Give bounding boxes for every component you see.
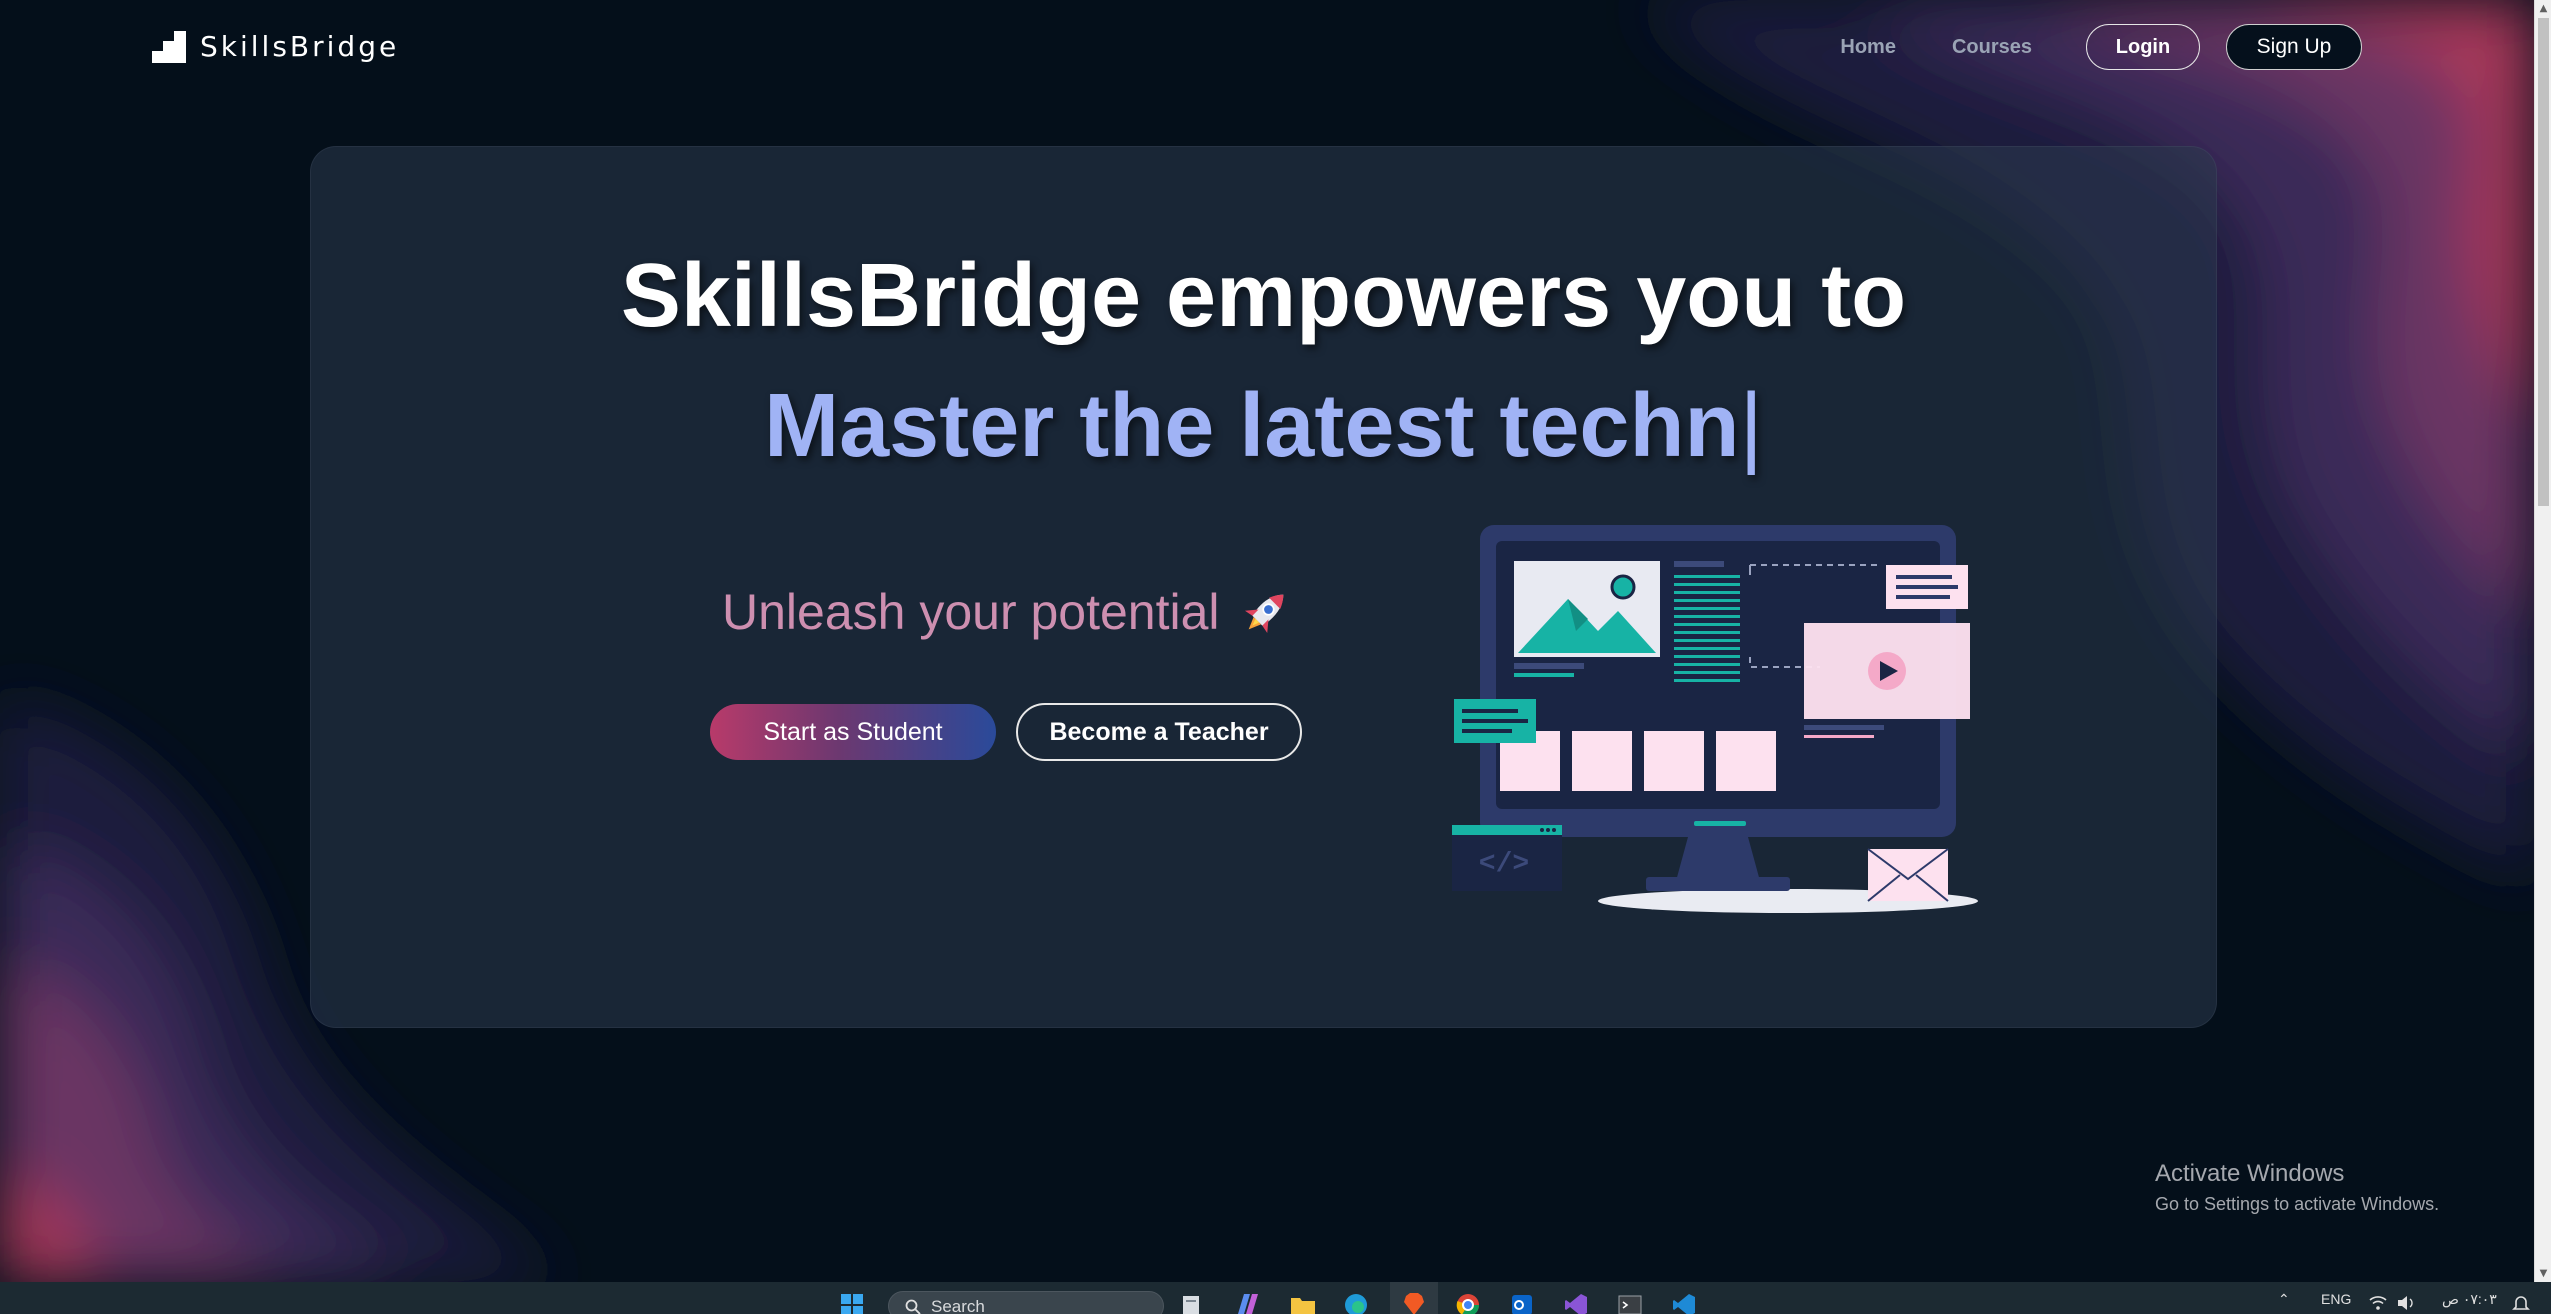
file-icon[interactable]: [1180, 1294, 1202, 1314]
nav-home-link[interactable]: Home: [1840, 36, 1896, 59]
brand-name: SkillsBridge: [200, 30, 400, 63]
edge-icon[interactable]: [1344, 1293, 1368, 1314]
stairs-logo-icon: [152, 30, 186, 63]
become-a-teacher-button[interactable]: Become a Teacher: [1016, 703, 1302, 761]
notification-bell-icon[interactable]: [2512, 1294, 2530, 1312]
scroll-up-arrow-icon[interactable]: ▲: [2535, 0, 2551, 17]
brand-logo[interactable]: SkillsBridge: [152, 30, 399, 63]
signup-button[interactable]: Sign Up: [2226, 24, 2362, 70]
hero-typing-text: Master the latest techn|: [311, 375, 2216, 478]
activate-windows-watermark: Activate Windows Go to Settings to activ…: [2155, 1160, 2439, 1215]
wifi-icon[interactable]: [2368, 1294, 2388, 1312]
tagline-text: Unleash your potential: [722, 584, 1220, 640]
tray-chevron-up-icon[interactable]: ⌃: [2278, 1291, 2290, 1308]
copilot-icon[interactable]: [1234, 1292, 1260, 1314]
taskbar-search-box[interactable]: Search: [888, 1291, 1164, 1314]
windows-taskbar: Search ⌃ ENG ٠٧:٠٣ ص: [0, 1282, 2551, 1314]
navbar: SkillsBridge Home Courses Login Sign Up: [0, 0, 2534, 94]
chrome-icon[interactable]: [1456, 1293, 1480, 1314]
watermark-subtitle: Go to Settings to activate Windows.: [2155, 1194, 2440, 1214]
start-icon[interactable]: [841, 1294, 863, 1314]
hero-card: SkillsBridge empowers you to Master the …: [310, 146, 2217, 1028]
start-as-student-button[interactable]: Start as Student: [710, 704, 996, 760]
login-button[interactable]: Login: [2086, 24, 2200, 70]
outlook-icon[interactable]: [1510, 1293, 1534, 1314]
rocket-icon: [1244, 594, 1283, 634]
code-glyph: </>: [1479, 849, 1529, 880]
online-learning-illustration: </>: [1452, 525, 1978, 913]
folder-icon[interactable]: [1290, 1294, 1316, 1314]
hero-tagline: Unleash your potential: [722, 583, 1294, 641]
tray-language[interactable]: ENG: [2321, 1291, 2351, 1307]
nav-links: Home Courses Login Sign Up: [1840, 24, 2362, 70]
terminal-icon[interactable]: [1618, 1293, 1642, 1314]
typing-cursor: |: [1739, 376, 1763, 476]
hero-title: SkillsBridge empowers you to: [620, 246, 1907, 346]
vscode-icon[interactable]: [1672, 1293, 1696, 1314]
scrollbar-thumb[interactable]: [2538, 18, 2549, 506]
scroll-down-arrow-icon[interactable]: ▼: [2535, 1265, 2551, 1282]
visual-studio-icon[interactable]: [1564, 1293, 1588, 1314]
tray-time: ٠٧:٠٣ ص: [2442, 1291, 2497, 1307]
page-scrollbar[interactable]: ▲ ▼: [2534, 0, 2551, 1282]
typing-text: Master the latest techn: [764, 376, 1740, 476]
watermark-title: Activate Windows: [2155, 1160, 2345, 1187]
brave-icon[interactable]: [1402, 1292, 1426, 1314]
volume-icon[interactable]: [2396, 1294, 2416, 1312]
nav-courses-link[interactable]: Courses: [1952, 36, 2032, 59]
browser-viewport: SkillsBridge Home Courses Login Sign Up …: [0, 0, 2534, 1282]
search-placeholder: Search: [931, 1297, 985, 1314]
search-icon: [905, 1299, 921, 1314]
